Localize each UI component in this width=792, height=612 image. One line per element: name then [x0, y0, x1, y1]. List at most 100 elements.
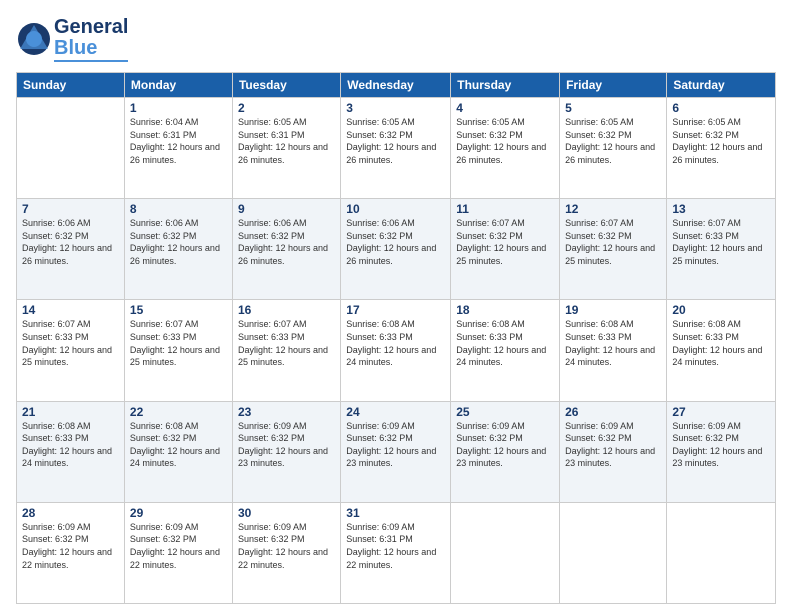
day-number: 25	[456, 405, 554, 419]
day-info: Sunrise: 6:05 AM Sunset: 6:32 PM Dayligh…	[456, 116, 554, 166]
calendar-cell: 3Sunrise: 6:05 AM Sunset: 6:32 PM Daylig…	[341, 98, 451, 199]
day-header-saturday: Saturday	[667, 73, 776, 98]
day-info: Sunrise: 6:07 AM Sunset: 6:32 PM Dayligh…	[565, 217, 661, 267]
day-number: 30	[238, 506, 335, 520]
calendar-week-row: 28Sunrise: 6:09 AM Sunset: 6:32 PM Dayli…	[17, 502, 776, 603]
calendar-cell: 31Sunrise: 6:09 AM Sunset: 6:31 PM Dayli…	[341, 502, 451, 603]
calendar-cell: 24Sunrise: 6:09 AM Sunset: 6:32 PM Dayli…	[341, 401, 451, 502]
logo-general: General	[54, 16, 128, 38]
day-number: 27	[672, 405, 770, 419]
header: General Blue	[16, 16, 776, 62]
calendar-cell: 17Sunrise: 6:08 AM Sunset: 6:33 PM Dayli…	[341, 300, 451, 401]
day-header-monday: Monday	[124, 73, 232, 98]
calendar-cell: 16Sunrise: 6:07 AM Sunset: 6:33 PM Dayli…	[232, 300, 340, 401]
logo-blue: Blue	[54, 38, 128, 58]
calendar-cell: 6Sunrise: 6:05 AM Sunset: 6:32 PM Daylig…	[667, 98, 776, 199]
day-number: 8	[130, 202, 227, 216]
day-header-tuesday: Tuesday	[232, 73, 340, 98]
calendar-cell: 12Sunrise: 6:07 AM Sunset: 6:32 PM Dayli…	[560, 199, 667, 300]
day-header-sunday: Sunday	[17, 73, 125, 98]
calendar-cell: 19Sunrise: 6:08 AM Sunset: 6:33 PM Dayli…	[560, 300, 667, 401]
calendar-cell: 23Sunrise: 6:09 AM Sunset: 6:32 PM Dayli…	[232, 401, 340, 502]
day-number: 4	[456, 101, 554, 115]
day-number: 3	[346, 101, 445, 115]
day-info: Sunrise: 6:06 AM Sunset: 6:32 PM Dayligh…	[130, 217, 227, 267]
day-info: Sunrise: 6:09 AM Sunset: 6:32 PM Dayligh…	[22, 521, 119, 571]
day-number: 18	[456, 303, 554, 317]
logo-icon	[16, 21, 52, 57]
day-info: Sunrise: 6:05 AM Sunset: 6:32 PM Dayligh…	[346, 116, 445, 166]
calendar-cell: 21Sunrise: 6:08 AM Sunset: 6:33 PM Dayli…	[17, 401, 125, 502]
calendar-cell: 10Sunrise: 6:06 AM Sunset: 6:32 PM Dayli…	[341, 199, 451, 300]
page: General Blue SundayMondayTuesdayWednesda…	[0, 0, 792, 612]
day-number: 15	[130, 303, 227, 317]
day-number: 16	[238, 303, 335, 317]
day-number: 23	[238, 405, 335, 419]
calendar-cell	[17, 98, 125, 199]
calendar-cell: 25Sunrise: 6:09 AM Sunset: 6:32 PM Dayli…	[451, 401, 560, 502]
calendar-cell: 2Sunrise: 6:05 AM Sunset: 6:31 PM Daylig…	[232, 98, 340, 199]
day-number: 2	[238, 101, 335, 115]
calendar-cell: 5Sunrise: 6:05 AM Sunset: 6:32 PM Daylig…	[560, 98, 667, 199]
day-info: Sunrise: 6:04 AM Sunset: 6:31 PM Dayligh…	[130, 116, 227, 166]
day-info: Sunrise: 6:09 AM Sunset: 6:32 PM Dayligh…	[565, 420, 661, 470]
calendar-cell: 30Sunrise: 6:09 AM Sunset: 6:32 PM Dayli…	[232, 502, 340, 603]
day-info: Sunrise: 6:09 AM Sunset: 6:32 PM Dayligh…	[672, 420, 770, 470]
calendar-cell: 15Sunrise: 6:07 AM Sunset: 6:33 PM Dayli…	[124, 300, 232, 401]
day-info: Sunrise: 6:08 AM Sunset: 6:32 PM Dayligh…	[130, 420, 227, 470]
day-info: Sunrise: 6:07 AM Sunset: 6:33 PM Dayligh…	[130, 318, 227, 368]
day-info: Sunrise: 6:07 AM Sunset: 6:32 PM Dayligh…	[456, 217, 554, 267]
calendar-cell: 9Sunrise: 6:06 AM Sunset: 6:32 PM Daylig…	[232, 199, 340, 300]
calendar-table: SundayMondayTuesdayWednesdayThursdayFrid…	[16, 72, 776, 604]
day-info: Sunrise: 6:06 AM Sunset: 6:32 PM Dayligh…	[22, 217, 119, 267]
calendar-cell: 27Sunrise: 6:09 AM Sunset: 6:32 PM Dayli…	[667, 401, 776, 502]
logo-underline	[54, 60, 128, 62]
calendar-cell: 8Sunrise: 6:06 AM Sunset: 6:32 PM Daylig…	[124, 199, 232, 300]
calendar-cell: 14Sunrise: 6:07 AM Sunset: 6:33 PM Dayli…	[17, 300, 125, 401]
calendar-cell: 13Sunrise: 6:07 AM Sunset: 6:33 PM Dayli…	[667, 199, 776, 300]
day-number: 20	[672, 303, 770, 317]
day-number: 14	[22, 303, 119, 317]
day-info: Sunrise: 6:08 AM Sunset: 6:33 PM Dayligh…	[456, 318, 554, 368]
calendar-cell	[667, 502, 776, 603]
day-number: 13	[672, 202, 770, 216]
logo: General Blue	[16, 16, 128, 62]
calendar-cell: 20Sunrise: 6:08 AM Sunset: 6:33 PM Dayli…	[667, 300, 776, 401]
calendar-cell: 28Sunrise: 6:09 AM Sunset: 6:32 PM Dayli…	[17, 502, 125, 603]
day-number: 24	[346, 405, 445, 419]
calendar-cell	[451, 502, 560, 603]
day-info: Sunrise: 6:09 AM Sunset: 6:31 PM Dayligh…	[346, 521, 445, 571]
day-info: Sunrise: 6:08 AM Sunset: 6:33 PM Dayligh…	[565, 318, 661, 368]
day-number: 5	[565, 101, 661, 115]
day-header-friday: Friday	[560, 73, 667, 98]
day-number: 10	[346, 202, 445, 216]
day-info: Sunrise: 6:05 AM Sunset: 6:31 PM Dayligh…	[238, 116, 335, 166]
day-info: Sunrise: 6:06 AM Sunset: 6:32 PM Dayligh…	[346, 217, 445, 267]
day-number: 29	[130, 506, 227, 520]
day-info: Sunrise: 6:09 AM Sunset: 6:32 PM Dayligh…	[238, 420, 335, 470]
day-info: Sunrise: 6:07 AM Sunset: 6:33 PM Dayligh…	[22, 318, 119, 368]
calendar-cell: 26Sunrise: 6:09 AM Sunset: 6:32 PM Dayli…	[560, 401, 667, 502]
day-info: Sunrise: 6:07 AM Sunset: 6:33 PM Dayligh…	[238, 318, 335, 368]
calendar-week-row: 1Sunrise: 6:04 AM Sunset: 6:31 PM Daylig…	[17, 98, 776, 199]
day-header-wednesday: Wednesday	[341, 73, 451, 98]
day-number: 11	[456, 202, 554, 216]
day-number: 1	[130, 101, 227, 115]
day-info: Sunrise: 6:08 AM Sunset: 6:33 PM Dayligh…	[22, 420, 119, 470]
calendar-cell: 22Sunrise: 6:08 AM Sunset: 6:32 PM Dayli…	[124, 401, 232, 502]
day-number: 28	[22, 506, 119, 520]
calendar-header-row: SundayMondayTuesdayWednesdayThursdayFrid…	[17, 73, 776, 98]
calendar-cell	[560, 502, 667, 603]
day-header-thursday: Thursday	[451, 73, 560, 98]
day-number: 6	[672, 101, 770, 115]
day-number: 26	[565, 405, 661, 419]
day-number: 31	[346, 506, 445, 520]
day-info: Sunrise: 6:09 AM Sunset: 6:32 PM Dayligh…	[238, 521, 335, 571]
day-number: 22	[130, 405, 227, 419]
day-number: 21	[22, 405, 119, 419]
calendar-cell: 18Sunrise: 6:08 AM Sunset: 6:33 PM Dayli…	[451, 300, 560, 401]
day-info: Sunrise: 6:05 AM Sunset: 6:32 PM Dayligh…	[672, 116, 770, 166]
day-info: Sunrise: 6:09 AM Sunset: 6:32 PM Dayligh…	[130, 521, 227, 571]
calendar-week-row: 7Sunrise: 6:06 AM Sunset: 6:32 PM Daylig…	[17, 199, 776, 300]
day-number: 12	[565, 202, 661, 216]
